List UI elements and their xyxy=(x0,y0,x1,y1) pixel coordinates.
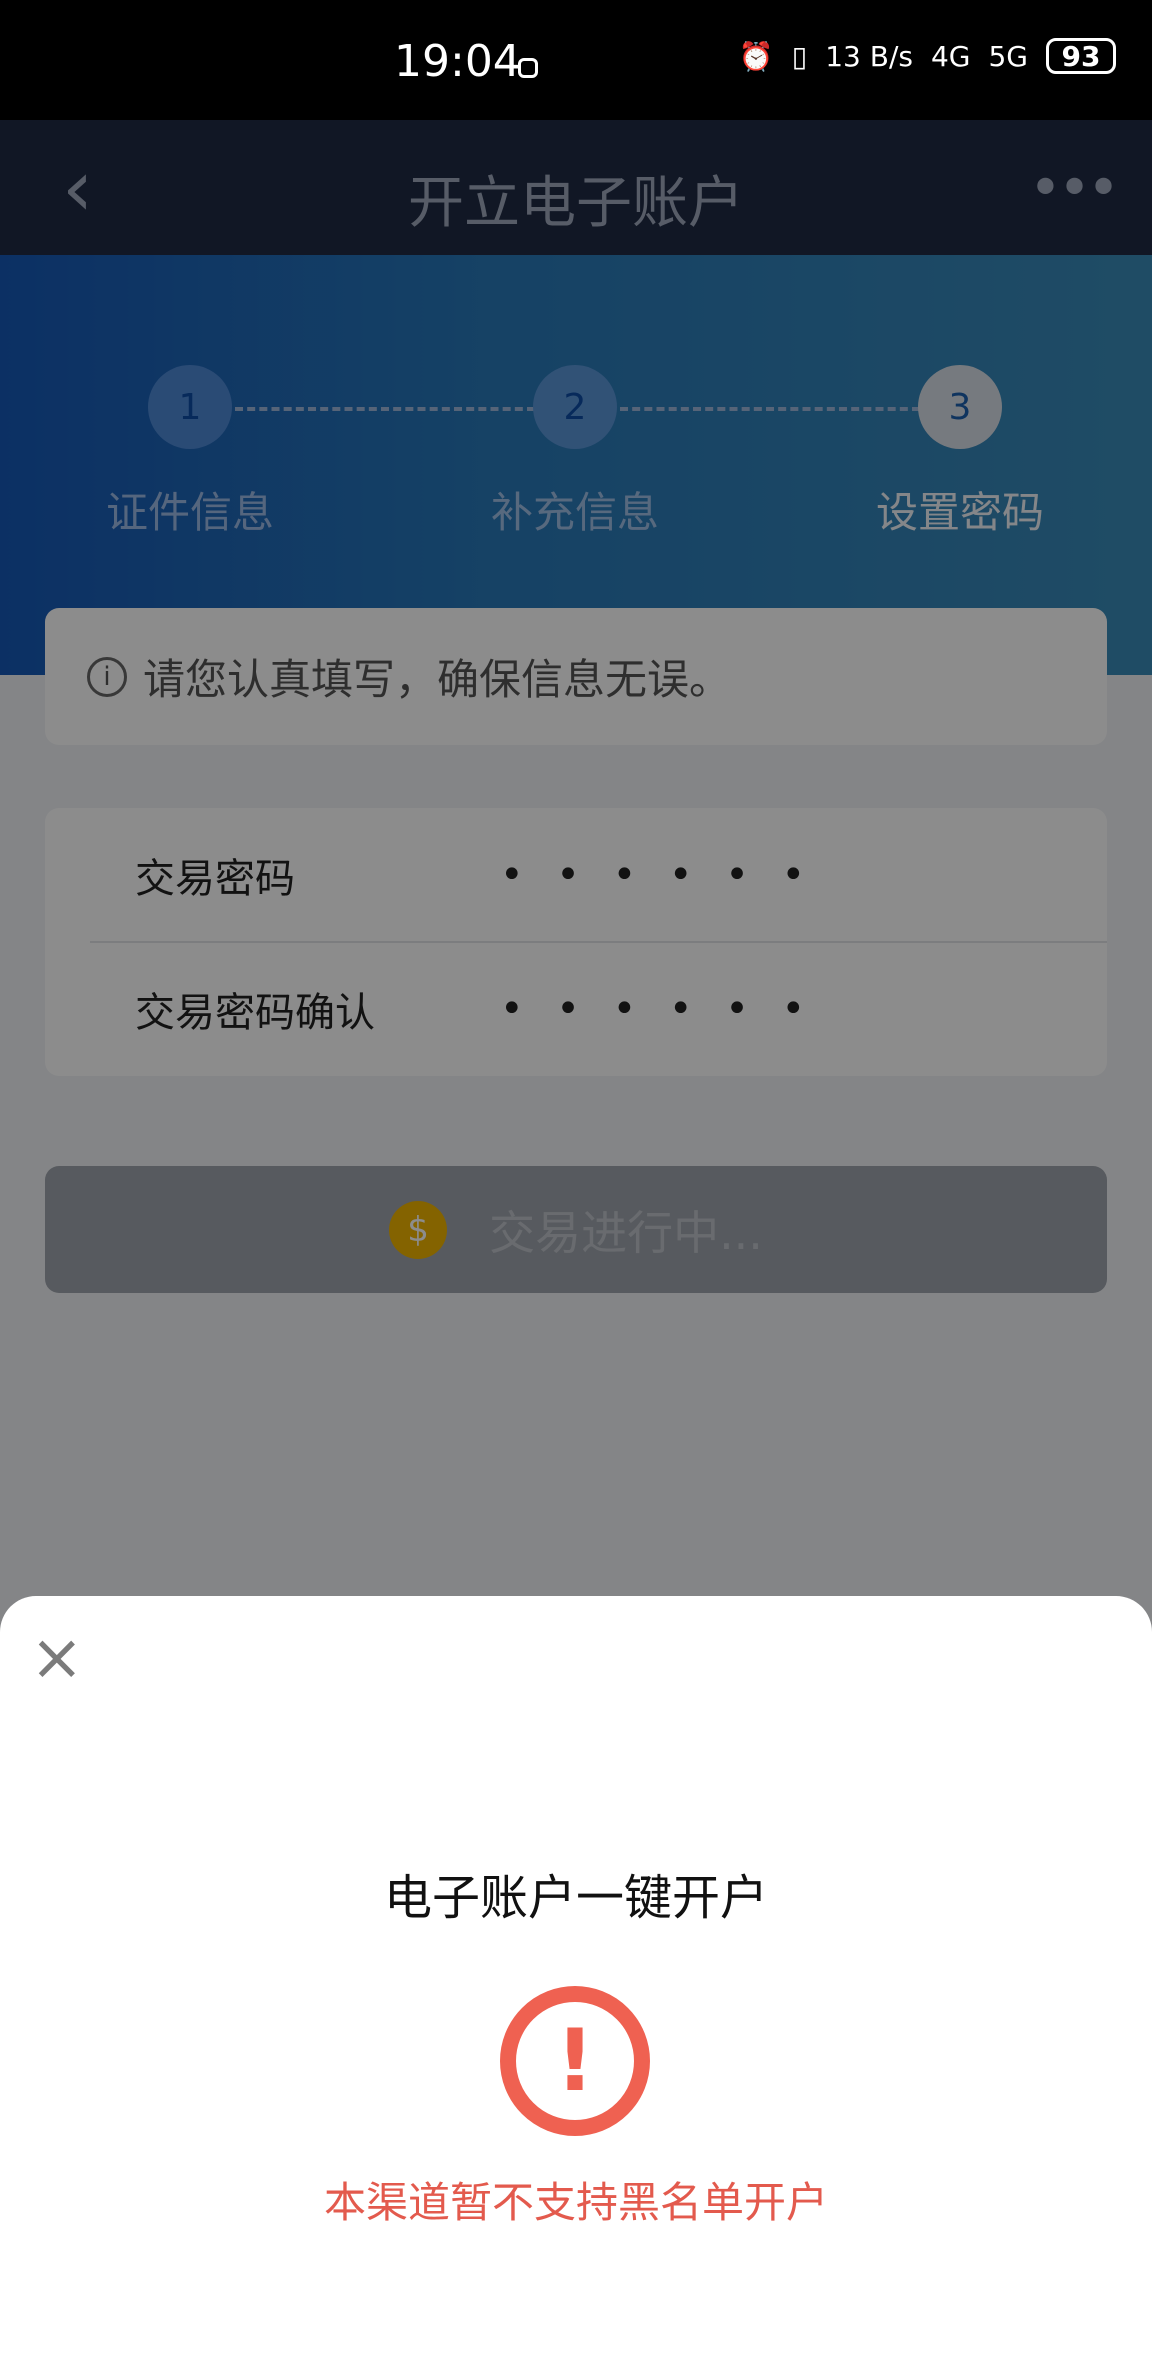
error-message: 本渠道暂不支持黑名单开户 xyxy=(323,2178,828,2227)
bottom-sheet: × 电子账户一键开户 ! 本渠道暂不支持黑名单开户 xyxy=(0,1596,1152,2376)
vibrate-icon: ▯ xyxy=(791,39,808,73)
alarm-icon: ⏰ xyxy=(738,39,774,73)
signal-5g-icon: 5G xyxy=(988,39,1028,73)
close-icon[interactable]: × xyxy=(30,1626,84,1690)
recording-icon xyxy=(518,58,538,78)
status-icons: ⏰ ▯ 13 B/s 4G 5G 93 xyxy=(739,38,1116,74)
signal-4g-icon: 4G xyxy=(930,39,971,73)
status-time: 19:04 xyxy=(394,36,521,87)
battery-level: 93 xyxy=(1061,39,1101,73)
status-bar: 19:04 ⏰ ▯ 13 B/s 4G 5G 93 xyxy=(0,0,1152,120)
battery-icon: 93 xyxy=(1046,38,1116,74)
network-speed: 13 B/s xyxy=(825,39,913,73)
sheet-title: 电子账户一键开户 xyxy=(383,1870,768,1926)
exclamation-icon: ! xyxy=(500,1986,650,2136)
